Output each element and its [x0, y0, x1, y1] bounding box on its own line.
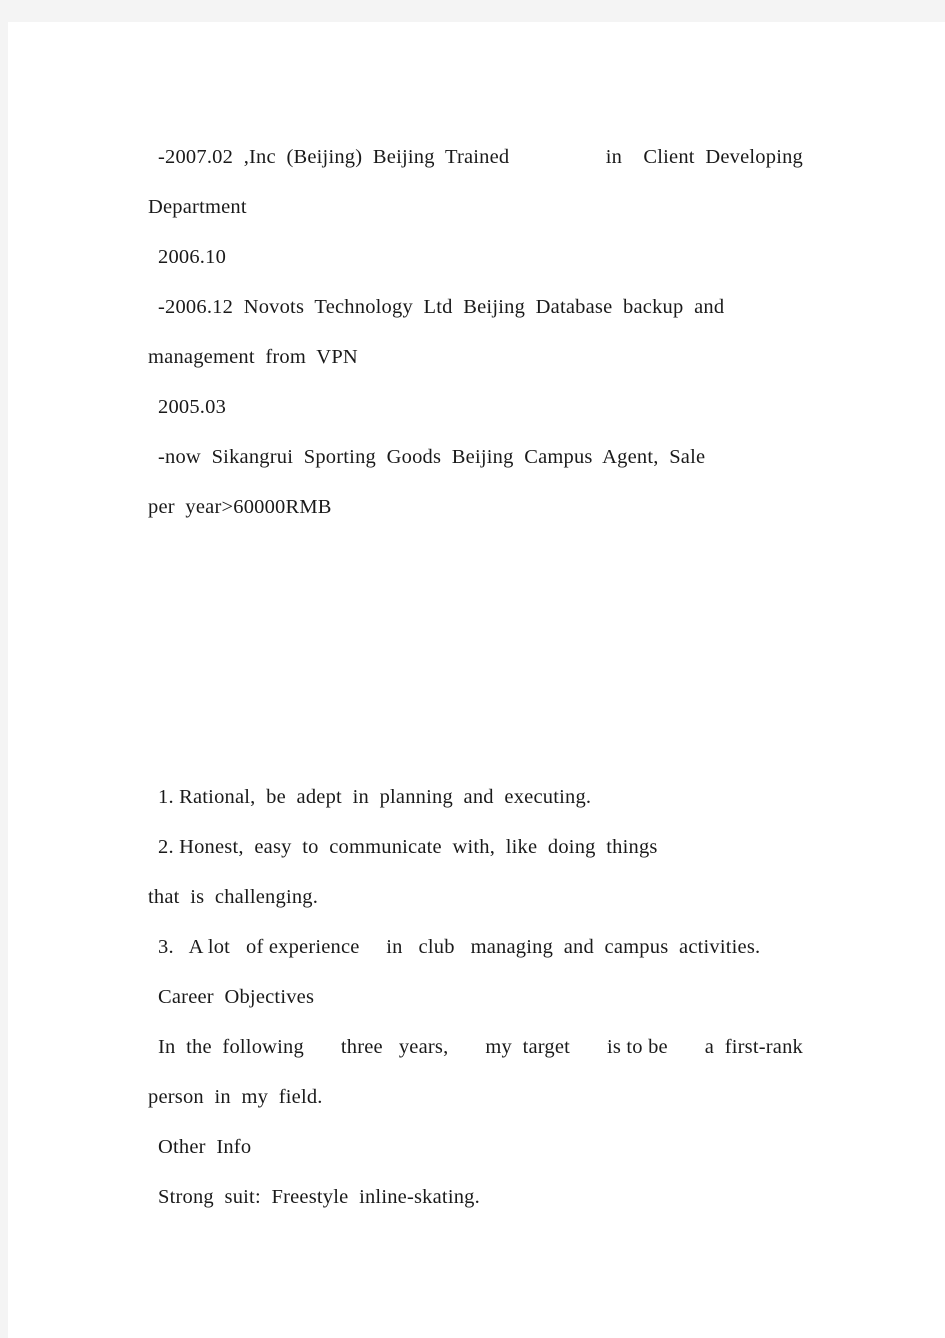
experience-entry-2-line-2: management from VPN	[148, 346, 358, 368]
career-objectives-line-1-seg-4: is to be	[607, 1036, 668, 1058]
experience-entry-1-line-1-right: in Client Developing	[605, 146, 803, 168]
self-assessment-item-1: 1. Rational, be adept in planning and ex…	[158, 786, 592, 808]
experience-entry-1-line-2: Department	[148, 196, 247, 218]
experience-entry-3-date: 2005.03	[158, 396, 227, 418]
self-assessment-item-2-line-2: that is challenging.	[148, 886, 319, 908]
career-objectives-line-1-seg-1: In the following	[158, 1036, 304, 1058]
self-assessment-item-2-line-1: 2. Honest, easy to communicate with, lik…	[158, 836, 658, 858]
self-assessment-item-3: 3. A lot of experience in club managing …	[158, 936, 761, 958]
career-objectives-line-1-seg-2: three years,	[340, 1036, 449, 1058]
other-info-heading: Other Info	[158, 1136, 252, 1158]
experience-entry-2-date: 2006.10	[158, 246, 227, 268]
experience-entry-2-line-1: -2006.12 Novots Technology Ltd Beijing D…	[158, 296, 725, 318]
career-objectives-heading: Career Objectives	[158, 986, 315, 1008]
other-info-line-1: Strong suit: Freestyle inline-skating.	[158, 1186, 480, 1208]
experience-entry-3-line-2: per year>60000RMB	[148, 496, 332, 518]
document-body: -2007.02 ,Inc (Beijing) Beijing Trained …	[148, 132, 808, 1222]
document-page-sheet: -2007.02 ,Inc (Beijing) Beijing Trained …	[8, 22, 945, 1338]
career-objectives-line-2: person in my field.	[148, 1086, 323, 1108]
career-objectives-line-1-seg-3: my target	[485, 1036, 571, 1058]
blank-spacer	[148, 532, 808, 772]
experience-entry-1-line-1: -2007.02 ,Inc (Beijing) Beijing Trained …	[148, 132, 803, 182]
career-objectives-line-1-seg-5: a first-rank	[704, 1036, 803, 1058]
career-objectives-line-1: In the following three years, my target …	[148, 1022, 803, 1072]
experience-entry-3-line-1: -now Sikangrui Sporting Goods Beijing Ca…	[158, 446, 706, 468]
experience-entry-1-line-1-left: -2007.02 ,Inc (Beijing) Beijing Trained	[158, 146, 510, 168]
